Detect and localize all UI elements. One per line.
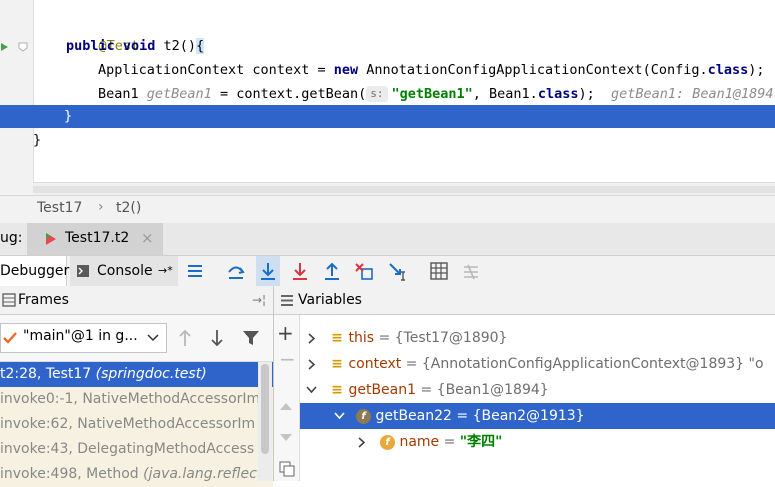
variables-side-toolbar: + − — [274, 315, 300, 481]
inline-debug-value: getBean1: Bean1@1894 — [610, 86, 774, 102]
fold-marker-icon[interactable] — [17, 41, 29, 53]
chevron-down-icon[interactable] — [306, 386, 317, 394]
remove-watch-icon[interactable]: − — [279, 347, 296, 371]
step-out-icon[interactable] — [322, 261, 342, 281]
code-line-getbean: Bean1 getBean1 = context.getBean(s: "getB… — [98, 86, 774, 102]
variable-row-this[interactable]: ≡ this = {Test17@1890} — [300, 325, 775, 351]
test-run-icon — [46, 233, 56, 245]
pin-icon[interactable]: →* — [158, 256, 173, 286]
check-icon — [3, 332, 17, 344]
step-into-icon — [261, 263, 275, 280]
frames-panel: Frames →¦ "main"@1 in g... t2:28, Test17… — [0, 286, 274, 487]
frames-header: Frames →¦ — [0, 286, 273, 315]
variables-title: Variables — [298, 292, 362, 308]
chevron-down-icon[interactable] — [334, 412, 345, 420]
object-icon: ≡ — [331, 382, 343, 398]
scrollbar-thumb[interactable] — [33, 186, 775, 193]
show-frames-icon[interactable] — [186, 263, 204, 279]
object-icon: ≡ — [331, 330, 343, 346]
tab-debugger[interactable]: Debugger — [0, 256, 69, 286]
run-tab-label: Test17.t2 — [65, 230, 130, 246]
close-tab-icon[interactable]: × — [141, 229, 154, 247]
breadcrumb: Test17 › t2() — [0, 195, 775, 224]
code-line-method-signature: public void t2(){ — [66, 38, 205, 54]
frames-title: Frames — [18, 292, 69, 308]
arrow-down-icon[interactable] — [210, 329, 224, 347]
variables-panel: Variables + − ≡ this = {Test17@1890} ≡ c… — [274, 286, 775, 481]
add-watch-icon[interactable]: + — [277, 321, 294, 345]
code-line-annotation: @Test — [98, 38, 140, 54]
debug-tool-window-header: ug: Test17.t2 × — [0, 223, 775, 256]
object-icon: ≡ — [331, 356, 343, 372]
chevron-right-icon[interactable] — [308, 333, 316, 344]
chevron-down-icon — [147, 334, 159, 342]
variable-row-name[interactable]: f name = "李四" — [300, 429, 775, 455]
chevron-right-icon[interactable] — [308, 359, 316, 370]
thread-selector[interactable]: "main"@1 in g... — [0, 323, 167, 353]
trace-current-stream-icon[interactable] — [462, 262, 480, 280]
editor-horizontal-scrollbar[interactable] — [33, 182, 775, 195]
step-over-icon[interactable] — [226, 261, 246, 281]
frame-row[interactable]: invoke:43, DelegatingMethodAccess — [0, 437, 273, 462]
force-step-into-icon[interactable] — [290, 261, 310, 281]
breadcrumb-class[interactable]: Test17 — [37, 200, 82, 216]
code-line-context: ApplicationContext context = new Annotat… — [98, 62, 765, 78]
code-editor[interactable]: @Test public void t2(){ ApplicationConte… — [0, 0, 775, 195]
frame-row[interactable]: invoke0:-1, NativeMethodAccessorIm — [0, 387, 273, 412]
frames-controls: "main"@1 in g... — [0, 315, 273, 362]
arrow-up-icon[interactable] — [178, 329, 192, 347]
debugger-toolbar: Debugger Console →* — [0, 256, 775, 287]
run-config-tab[interactable]: Test17.t2 × — [27, 223, 163, 255]
filter-icon[interactable] — [242, 329, 260, 347]
current-execution-line — [0, 105, 775, 128]
parameter-hint: s: — [366, 86, 388, 102]
drop-frame-icon[interactable] — [354, 261, 376, 281]
debug-label: ug: — [0, 230, 23, 246]
code-line-close-method: } — [64, 108, 73, 124]
pin-frames-icon[interactable]: →¦ — [252, 286, 266, 314]
variable-row-context[interactable]: ≡ context = {AnnotationConfigApplication… — [300, 351, 775, 377]
variables-icon — [281, 295, 293, 306]
frame-row-selected[interactable]: t2:28, Test17 (springdoc.test) — [0, 362, 273, 387]
variables-header: Variables — [274, 286, 775, 315]
breadcrumb-method[interactable]: t2() — [116, 200, 141, 216]
variable-row-getbean1[interactable]: ≡ getBean1 = {Bean1@1894} — [300, 377, 775, 403]
evaluate-expression-icon[interactable] — [430, 262, 448, 280]
console-icon — [77, 265, 89, 277]
copy-icon[interactable] — [279, 461, 295, 477]
field-icon: f — [380, 435, 395, 450]
frame-row[interactable]: invoke:62, NativeMethodAccessorIm — [0, 412, 273, 437]
frames-scrollbar[interactable] — [258, 362, 272, 481]
breadcrumb-separator: › — [98, 199, 104, 215]
tab-console[interactable]: Console →* — [70, 256, 178, 286]
frames-icon — [2, 293, 16, 307]
chevron-right-icon[interactable] — [358, 437, 366, 448]
move-down-icon[interactable] — [279, 433, 293, 443]
variable-row-getbean22[interactable]: f getBean22 = {Bean2@1913} — [300, 403, 775, 429]
editor-gutter[interactable] — [0, 0, 34, 195]
code-line-close-class: } — [33, 132, 42, 148]
field-icon: f — [356, 409, 371, 424]
run-to-cursor-icon[interactable] — [388, 261, 410, 281]
scrollbar-thumb[interactable] — [261, 364, 269, 454]
run-gutter-icon[interactable] — [0, 41, 10, 53]
move-up-icon[interactable] — [279, 401, 293, 411]
step-into-button[interactable] — [256, 256, 280, 286]
frame-row[interactable]: invoke:498, Method (java.lang.reflect — [0, 462, 273, 487]
